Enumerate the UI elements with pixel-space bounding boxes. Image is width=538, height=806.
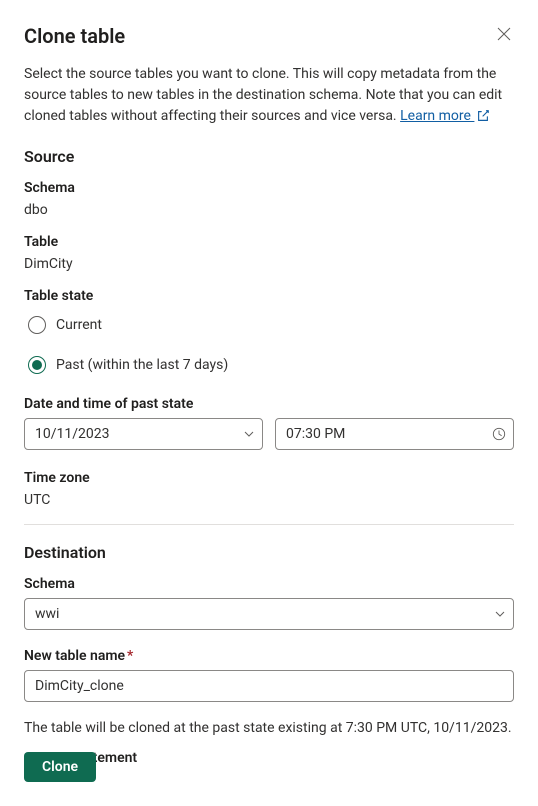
destination-schema-select[interactable] [24,598,514,630]
new-table-name-label: New table name* [24,648,514,664]
radio-icon [28,316,46,334]
close-icon [497,27,511,41]
divider [24,524,514,525]
clone-button[interactable]: Clone [24,752,96,782]
table-state-radio-group: Current Past (within the last 7 days) [24,310,514,380]
datetime-label: Date and time of past state [24,396,514,412]
dialog-title: Clone table [24,24,125,48]
source-schema-value: dbo [24,202,514,218]
radio-current[interactable]: Current [24,310,514,340]
new-table-name-input[interactable] [24,670,514,702]
learn-more-link[interactable]: Learn more [400,108,474,124]
destination-heading: Destination [24,543,514,562]
radio-past[interactable]: Past (within the last 7 days) [24,350,514,380]
timezone-label: Time zone [24,470,514,486]
timezone-value: UTC [24,492,514,508]
radio-current-label: Current [56,317,102,333]
source-table-label: Table [24,234,514,250]
date-input[interactable] [24,418,263,450]
radio-icon [28,356,46,374]
clone-state-note: The table will be cloned at the past sta… [24,720,514,736]
source-heading: Source [24,147,514,166]
dialog-description: Select the source tables you want to clo… [24,64,514,127]
destination-schema-label: Schema [24,576,514,592]
source-table-value: DimCity [24,256,514,272]
radio-past-label: Past (within the last 7 days) [56,357,228,373]
close-button[interactable] [494,24,514,44]
table-state-label: Table state [24,288,514,304]
source-schema-label: Schema [24,180,514,196]
time-input[interactable] [275,418,514,450]
required-indicator: * [127,648,133,664]
external-link-icon [476,109,490,123]
sql-statement-expander[interactable]: SQL statement [24,750,514,766]
